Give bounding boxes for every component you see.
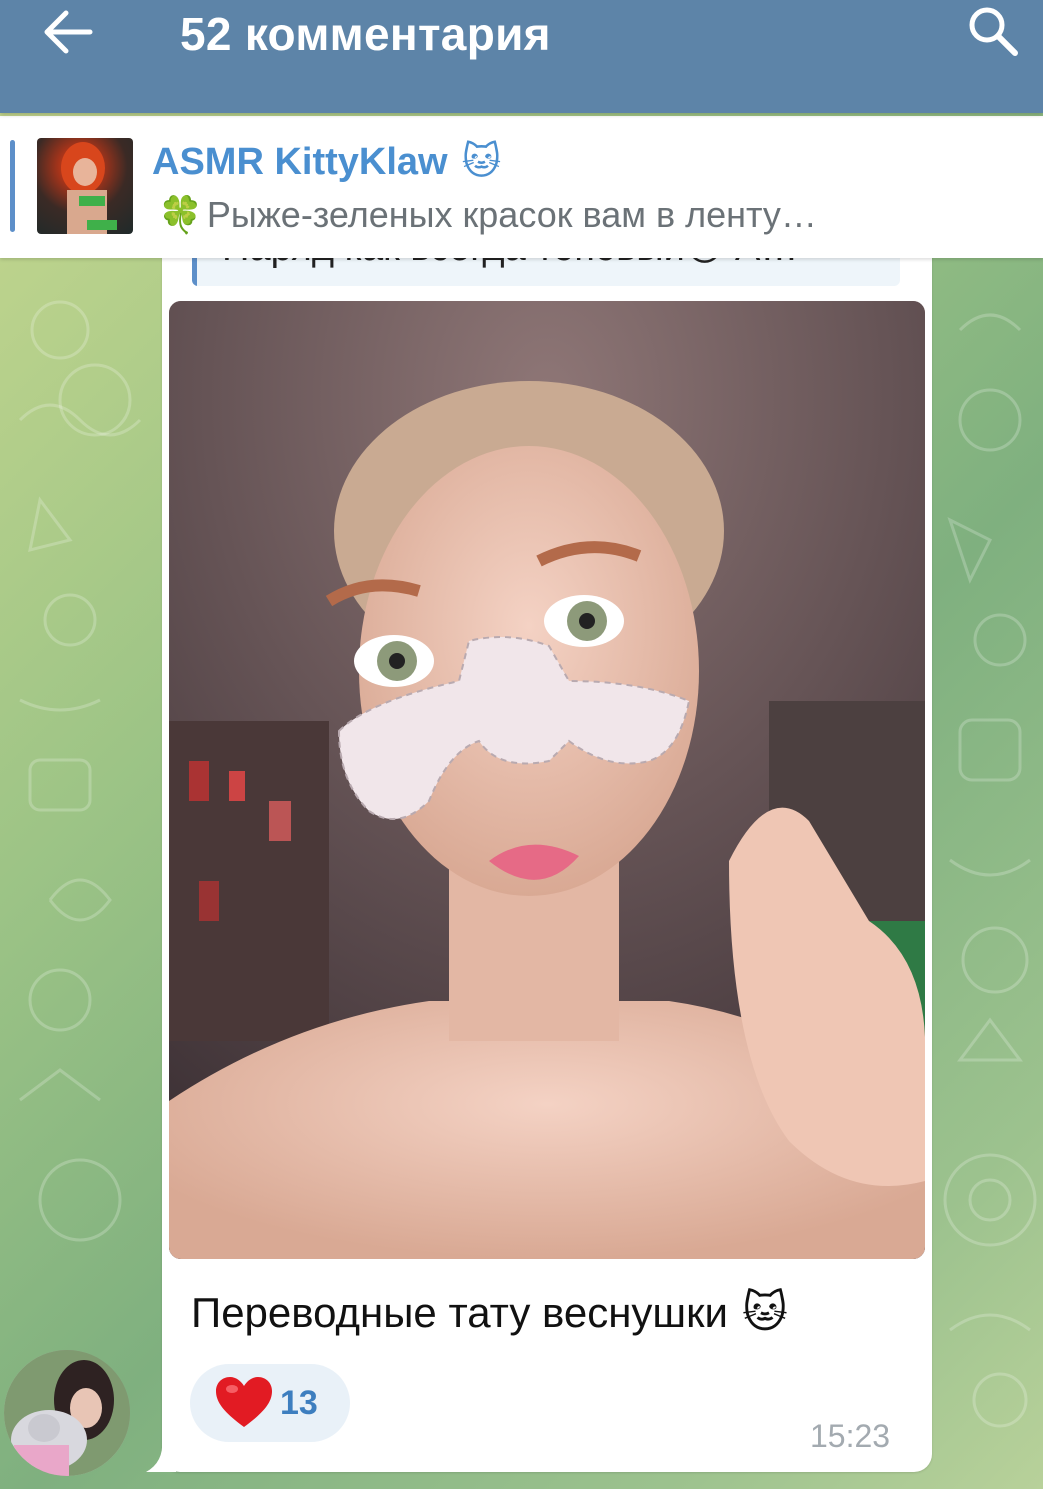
- message-bubble[interactable]: Наряд как всегда топовый😊 А… Переводные …: [162, 240, 932, 1472]
- message-photo[interactable]: [169, 301, 925, 1259]
- bubble-tail: [146, 1440, 176, 1472]
- message-caption: Переводные тату веснушки 🐱: [191, 1283, 788, 1343]
- message-time: 15:23: [810, 1418, 891, 1454]
- channel-name: ASMR KittyKlaw 🐱: [152, 140, 501, 184]
- pinned-accent-bar: [10, 140, 15, 232]
- pinned-post-header[interactable]: ASMR KittyKlaw 🐱 🍀 Рыже-зеленых красок в…: [0, 116, 1043, 258]
- pinned-preview-text: Рыже-зеленых красок вам в ленту…: [206, 194, 817, 235]
- search-button[interactable]: [958, 0, 1028, 62]
- pinned-thumbnail: [37, 138, 133, 234]
- back-button[interactable]: [30, 2, 106, 62]
- heart-reaction-button[interactable]: 13: [190, 1364, 350, 1442]
- sender-avatar[interactable]: [4, 1350, 130, 1476]
- heart-icon: [216, 1377, 272, 1427]
- cat-emoji-icon: 🐱: [461, 141, 502, 183]
- page-title: 52 комментария: [180, 8, 551, 60]
- caption-text: Переводные тату веснушки: [191, 1289, 728, 1336]
- clover-emoji-icon: 🍀: [158, 194, 203, 235]
- top-bar: 52 комментария: [0, 0, 1043, 113]
- arrow-left-icon: [44, 10, 93, 54]
- pinned-preview: 🍀 Рыже-зеленых красок вам в ленту…: [158, 192, 1018, 238]
- search-icon: [969, 7, 1018, 56]
- channel-name-text: ASMR KittyKlaw: [152, 141, 448, 183]
- reaction-count: 13: [280, 1383, 318, 1422]
- cat-face-emoji-icon: 🐱: [741, 1288, 788, 1337]
